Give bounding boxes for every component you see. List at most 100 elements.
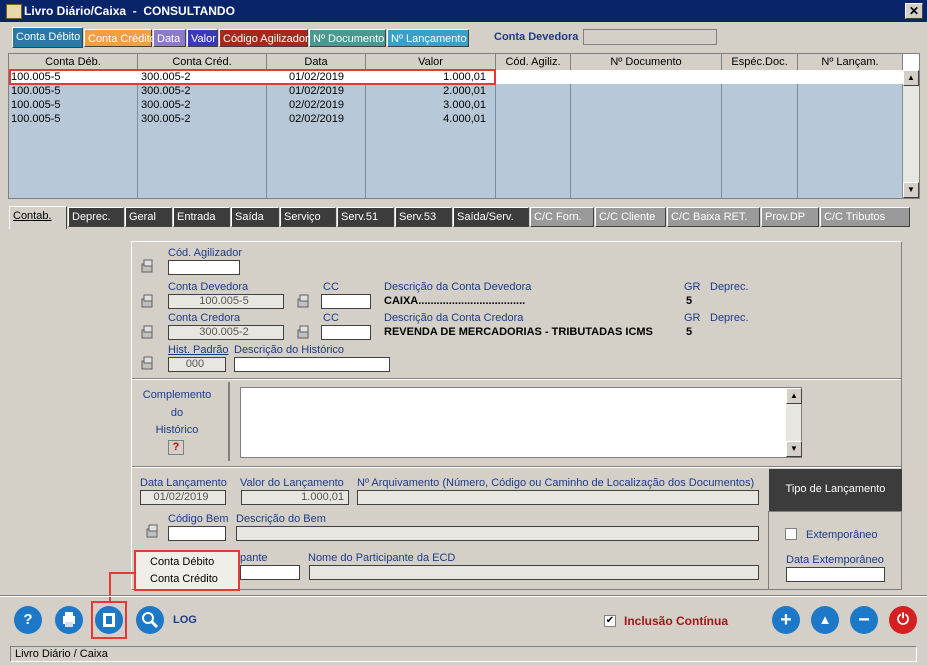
sort-tab-2[interactable]: Data: [153, 29, 186, 47]
complemento-label-3: Histórico: [155, 424, 199, 436]
deprec-label: Deprec.: [710, 281, 749, 293]
valor-lanc-label: Valor do Lançamento: [240, 477, 344, 489]
grid-column-header[interactable]: Cód. Agiliz.: [496, 54, 571, 70]
add-button[interactable]: +: [772, 606, 800, 634]
conta-devedora-input[interactable]: 100.005-5: [168, 294, 284, 309]
data-lanc-label: Data Lançamento: [140, 477, 227, 489]
detail-tab-3[interactable]: Entrada: [173, 207, 230, 227]
detail-tab-7[interactable]: Serv.53: [395, 207, 452, 227]
table-row[interactable]: 100.005-5 300.005-2 01/02/2019 2.000,01: [9, 84, 903, 98]
arquivamento-label: Nº Arquivamento (Número, Código ou Camin…: [357, 477, 755, 489]
desc-credora-label: Descrição da Conta Credora: [384, 312, 524, 324]
textarea-scrollbar[interactable]: ▲ ▼: [786, 388, 802, 457]
table-row[interactable]: 100.005-5 300.005-2 02/02/2019 3.000,01: [9, 98, 903, 112]
detail-tab-1[interactable]: Deprec.: [68, 207, 124, 227]
sort-tab-0[interactable]: Conta Débito: [12, 27, 83, 48]
participante-input[interactable]: [240, 565, 300, 580]
deprec-label: Deprec.: [710, 312, 749, 324]
conta-credora-label: Conta Credora: [168, 312, 241, 324]
scroll-up-icon[interactable]: ▲: [903, 70, 919, 86]
conta-devedora-field-label: Conta Devedora: [168, 281, 249, 293]
detail-tab-6[interactable]: Serv.51: [337, 207, 394, 227]
cc-credora-input[interactable]: [321, 325, 371, 340]
print-button[interactable]: [55, 606, 83, 634]
help-button[interactable]: ?: [14, 606, 42, 634]
desc-historico-label: Descrição do Histórico: [234, 344, 345, 356]
desc-bem-input[interactable]: [236, 526, 759, 541]
log-link[interactable]: LOG: [173, 614, 197, 626]
extemporaneo-checkbox[interactable]: [785, 528, 797, 540]
cc-label: CC: [323, 281, 339, 293]
grid-cell-data: 02/02/2019: [288, 99, 345, 111]
menu-item-conta-credito[interactable]: Conta Crédito: [150, 573, 218, 585]
grid-column-header[interactable]: Nº Documento: [571, 54, 722, 70]
grid-column-header[interactable]: Conta Déb.: [9, 54, 138, 70]
arquivamento-input[interactable]: [357, 490, 759, 505]
remove-button[interactable]: −: [850, 606, 878, 634]
up-button[interactable]: ▲: [811, 606, 839, 634]
detail-tab-0[interactable]: Contab.: [9, 206, 67, 229]
lookup-icon[interactable]: [139, 325, 155, 339]
lookup-icon[interactable]: [295, 325, 311, 339]
search-button[interactable]: [136, 606, 164, 634]
conta-credora-input[interactable]: 300.005-2: [168, 325, 284, 340]
sort-tab-3[interactable]: Valor: [187, 29, 218, 47]
cod-bem-input[interactable]: [168, 526, 226, 541]
grid-column-header[interactable]: Nº Lançam.: [798, 54, 903, 70]
vertical-scrollbar[interactable]: ▲ ▼: [903, 70, 919, 198]
hist-padrao-input[interactable]: 000: [168, 357, 226, 372]
data-extemporaneo-label: Data Extemporâneo: [786, 554, 884, 566]
help-icon[interactable]: ?: [168, 440, 184, 455]
power-button[interactable]: ⏻: [889, 606, 917, 634]
detail-tab-13[interactable]: C/C Tributos: [820, 207, 910, 227]
detail-tab-8[interactable]: Saída/Serv.: [453, 207, 529, 227]
status-bar: Livro Diário / Caixa: [10, 646, 917, 662]
scroll-up-icon[interactable]: ▲: [786, 388, 802, 404]
grid-column-header[interactable]: Espéc.Doc.: [722, 54, 798, 70]
sort-tab-4[interactable]: Código Agilizador: [219, 29, 309, 47]
participante-label: pante: [240, 552, 268, 564]
divider: [132, 378, 901, 380]
lookup-icon[interactable]: [139, 356, 155, 370]
grid-cell-valor: 3.000,01: [443, 99, 486, 111]
lookup-icon[interactable]: [144, 524, 160, 538]
detail-tab-10[interactable]: C/C Cliente: [595, 207, 666, 227]
inclusao-continua-checkbox[interactable]: ✔: [604, 615, 616, 627]
grid-cell-valor: 4.000,01: [443, 113, 486, 125]
grid-cell-cred: 300.005-2: [141, 113, 191, 125]
complemento-textarea[interactable]: ▲ ▼: [240, 387, 802, 458]
grid-column-header[interactable]: Data: [267, 54, 366, 70]
grid-body[interactable]: 100.005-5 300.005-2 01/02/2019 1.000,01 100.…: [9, 70, 903, 198]
valor-lanc-input[interactable]: 1.000,01: [241, 490, 349, 505]
grid-column-header[interactable]: Conta Créd.: [138, 54, 267, 70]
sort-tab-6[interactable]: Nº Lançamento: [387, 29, 469, 47]
detail-tab-5[interactable]: Serviço: [280, 207, 336, 227]
nome-participante-input[interactable]: [309, 565, 759, 580]
menu-item-conta-debito[interactable]: Conta Débito: [150, 556, 214, 568]
scroll-down-icon[interactable]: ▼: [786, 441, 802, 457]
close-icon[interactable]: ✕: [905, 3, 923, 19]
lookup-icon[interactable]: [295, 294, 311, 308]
desc-historico-input[interactable]: [234, 357, 390, 372]
scroll-down-icon[interactable]: ▼: [903, 182, 919, 198]
cc-devedora-input[interactable]: [321, 294, 371, 309]
detail-tab-2[interactable]: Geral: [125, 207, 172, 227]
grid-cell-deb: 100.005-5: [11, 99, 61, 111]
table-row[interactable]: 100.005-5 300.005-2 02/02/2019 4.000,01: [9, 112, 903, 126]
data-lanc-input[interactable]: 01/02/2019: [140, 490, 226, 505]
grid-cell-cred: 300.005-2: [141, 99, 191, 111]
grid-column-header[interactable]: Valor: [366, 54, 496, 70]
conta-devedora-field[interactable]: [583, 29, 717, 45]
detail-tab-12[interactable]: Prov.DP: [761, 207, 819, 227]
sort-tab-1[interactable]: Conta Crédito: [84, 29, 156, 47]
tipo-lancamento-header: Tipo de Lançamento: [769, 469, 902, 511]
sort-tab-5[interactable]: Nº Documento: [309, 29, 386, 47]
cod-agilizador-input[interactable]: [168, 260, 240, 275]
detail-tab-11[interactable]: C/C Baixa RET.: [667, 207, 760, 227]
data-extemporaneo-input[interactable]: [786, 567, 885, 582]
detail-tab-4[interactable]: Saída: [231, 207, 279, 227]
lookup-icon[interactable]: [139, 294, 155, 308]
lookup-icon[interactable]: [139, 259, 155, 273]
detail-tab-9[interactable]: C/C Forn.: [530, 207, 594, 227]
app-icon: [6, 4, 22, 19]
